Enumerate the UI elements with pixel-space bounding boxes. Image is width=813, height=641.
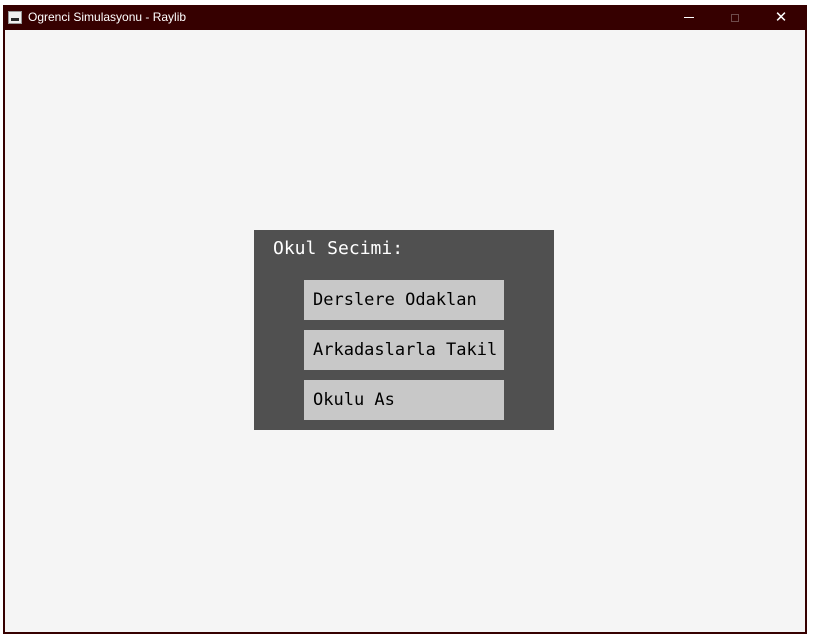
title-bar[interactable]: Ogrenci Simulasyonu - Raylib ✕ (3, 5, 807, 30)
close-icon: ✕ (774, 8, 788, 26)
choice-label: Okulu As (313, 390, 395, 410)
school-choice-panel: Okul Secimi: Derslere Odaklan Arkadaslar… (254, 230, 554, 430)
minimize-icon (684, 17, 694, 18)
skip-school-button[interactable]: Okulu As (304, 380, 504, 420)
maximize-icon (731, 13, 739, 22)
minimize-button[interactable] (666, 5, 712, 30)
hang-out-friends-button[interactable]: Arkadaslarla Takil (304, 330, 504, 370)
app-window: Ogrenci Simulasyonu - Raylib ✕ Okul Seci… (3, 5, 807, 634)
game-canvas: Okul Secimi: Derslere Odaklan Arkadaslar… (5, 30, 805, 632)
panel-title: Okul Secimi: (273, 238, 404, 259)
close-button[interactable]: ✕ (758, 5, 804, 30)
raylib-app-icon (8, 11, 22, 24)
choice-label: Derslere Odaklan (313, 290, 477, 310)
window-title: Ogrenci Simulasyonu - Raylib (28, 10, 187, 24)
focus-lessons-button[interactable]: Derslere Odaklan (304, 280, 504, 320)
choice-label: Arkadaslarla Takil (313, 340, 498, 360)
maximize-button[interactable] (712, 5, 758, 30)
